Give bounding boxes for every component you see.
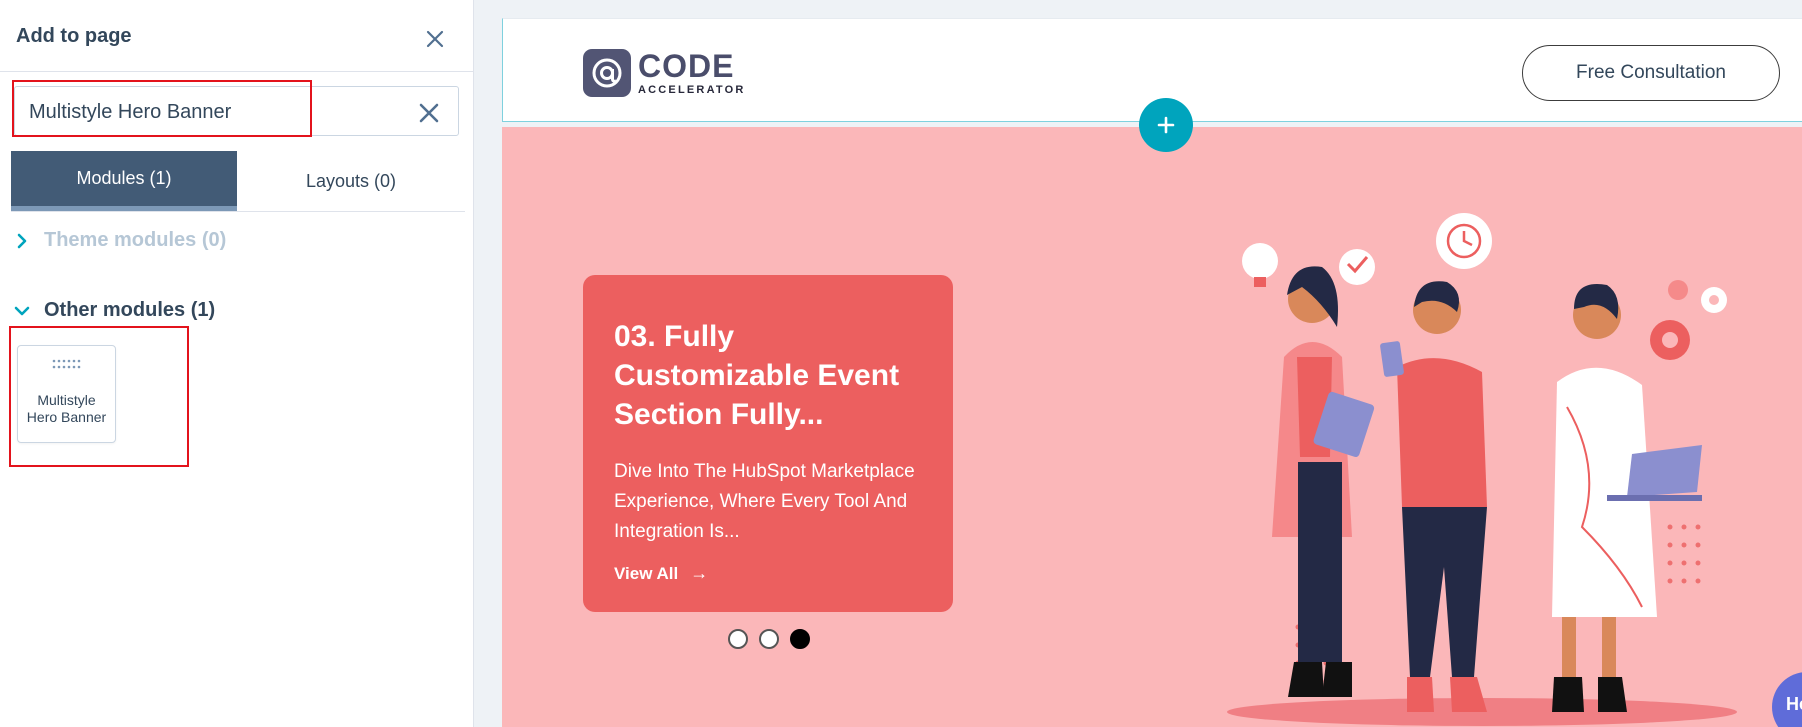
tab-layouts[interactable]: Layouts (0): [237, 151, 465, 211]
other-modules-label: Other modules (1): [44, 299, 216, 321]
theme-modules-label: Theme modules (0): [44, 229, 227, 251]
chevron-down-icon: [14, 303, 30, 319]
panel-tabs: Modules (1) Layouts (0): [11, 151, 465, 212]
slide-dot-2[interactable]: [759, 629, 779, 649]
search-box: [14, 86, 459, 136]
site-logo[interactable]: CODE ACCELERATOR: [583, 49, 746, 97]
add-to-page-panel: Add to page Modules (1) Layouts (0) Them…: [0, 0, 474, 727]
hero-card: 03. Fully Customizable Event Section Ful…: [583, 275, 953, 612]
module-card-multistyle-hero-banner[interactable]: Multistyle Hero Banner: [17, 345, 116, 443]
logo-subtitle: ACCELERATOR: [638, 84, 746, 96]
theme-modules-section[interactable]: Theme modules (0): [14, 229, 226, 252]
plus-icon: [1157, 116, 1175, 134]
panel-title: Add to page: [16, 25, 132, 47]
view-all-label: View All: [614, 563, 679, 583]
hero-banner[interactable]: 03. Fully Customizable Event Section Ful…: [502, 127, 1802, 727]
search-input[interactable]: [29, 99, 399, 125]
other-modules-section[interactable]: Other modules (1): [14, 299, 215, 322]
page-canvas: CODE ACCELERATOR Free Consultation 03. F…: [474, 0, 1802, 727]
slider-dots: [728, 629, 821, 649]
panel-header: Add to page: [0, 0, 473, 72]
hero-card-title: 03. Fully Customizable Event Section Ful…: [614, 320, 900, 431]
close-icon: [426, 30, 444, 48]
view-all-link[interactable]: View All →: [614, 563, 923, 584]
free-consultation-button[interactable]: Free Consultation: [1522, 45, 1780, 101]
close-panel-button[interactable]: [420, 24, 450, 54]
add-section-button[interactable]: [1139, 98, 1193, 152]
slide-dot-3[interactable]: [790, 629, 810, 649]
clear-search-button[interactable]: [415, 99, 443, 127]
drag-grid-icon: [52, 359, 80, 369]
logo-word: CODE: [638, 48, 735, 84]
tab-modules[interactable]: Modules (1): [11, 151, 237, 211]
hero-card-description: Dive Into The HubSpot Marketplace Experi…: [614, 461, 915, 542]
arrow-right-icon: →: [690, 563, 709, 583]
slide-dot-1[interactable]: [728, 629, 748, 649]
hero-illustration: [1227, 213, 1737, 726]
chevron-right-icon: [14, 233, 30, 249]
logo-mark-icon: [583, 49, 631, 97]
module-label: Multistyle Hero Banner: [26, 392, 107, 425]
clear-icon: [419, 103, 439, 123]
